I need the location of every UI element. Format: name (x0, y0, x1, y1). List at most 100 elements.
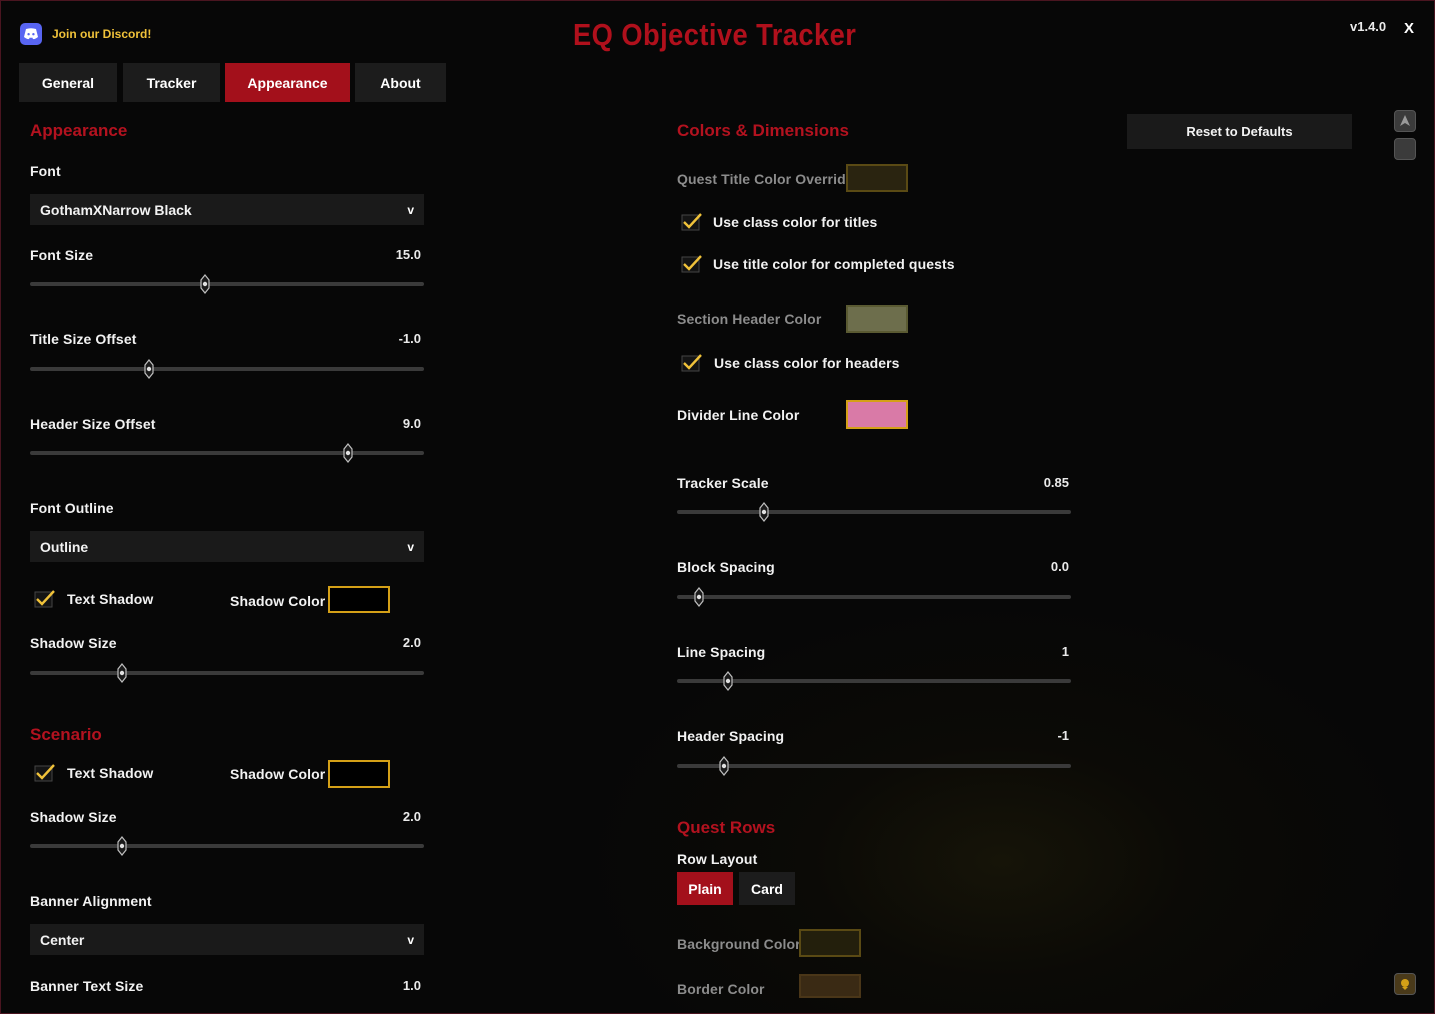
discord-icon (20, 23, 42, 45)
banner-text-size-value: 1.0 (402, 978, 421, 993)
reset-to-defaults-button[interactable]: Reset to Defaults (1127, 114, 1352, 149)
slider-knob-icon[interactable] (342, 443, 354, 463)
slider-knob-icon[interactable] (116, 663, 128, 683)
font-label: Font (30, 163, 61, 179)
scenario-shadow-size-slider[interactable] (30, 836, 424, 856)
shadow-size-slider[interactable] (30, 663, 424, 683)
checkmark-icon (681, 213, 702, 231)
divider-line-color-swatch[interactable] (846, 400, 908, 429)
font-size-value: 15.0 (395, 247, 421, 262)
quest-title-color-swatch[interactable] (846, 164, 908, 192)
title-size-offset-value: -1.0 (398, 331, 421, 346)
tracker-scale-slider[interactable] (677, 502, 1071, 522)
header-size-offset-value: 9.0 (402, 416, 421, 431)
discord-label: Join our Discord! (52, 27, 152, 41)
slider-knob-icon[interactable] (116, 836, 128, 856)
tab-appearance[interactable]: Appearance (225, 63, 350, 102)
slider-track (30, 451, 424, 455)
side-tool-icon[interactable] (1394, 138, 1416, 160)
tracker-settings-window: Join our Discord! EQ Objective Tracker v… (0, 0, 1435, 1014)
checkmark-icon (34, 764, 55, 782)
line-spacing-slider[interactable] (677, 671, 1071, 691)
slider-knob-icon[interactable] (722, 671, 734, 691)
slider-knob-icon[interactable] (143, 359, 155, 379)
scenario-section-header: Scenario (30, 725, 102, 744)
checkmark-icon (681, 354, 702, 372)
quest-title-color-label: Quest Title Color Override (677, 171, 854, 187)
slider-track (677, 510, 1071, 514)
header-size-offset-label: Header Size Offset (30, 416, 156, 432)
border-color-swatch[interactable] (799, 974, 861, 998)
discord-link[interactable]: Join our Discord! (20, 23, 151, 45)
app-title: EQ Objective Tracker (573, 17, 857, 52)
header-spacing-slider[interactable] (677, 756, 1071, 776)
block-spacing-value: 0.0 (1050, 559, 1069, 574)
background-color-swatch[interactable] (799, 929, 861, 957)
shadow-color-label: Shadow Color (230, 593, 326, 609)
font-size-label: Font Size (30, 247, 94, 263)
slider-track (677, 595, 1071, 599)
use-title-color-completed-checkbox[interactable] (681, 254, 703, 274)
tab-about[interactable]: About (355, 63, 446, 102)
block-spacing-slider[interactable] (677, 587, 1071, 607)
side-tool-icon[interactable] (1394, 973, 1416, 995)
use-title-color-completed-label: Use title color for completed quests (713, 256, 955, 272)
header-spacing-value: -1 (1057, 728, 1069, 743)
font-dropdown[interactable]: GothamXNarrow Black v (30, 194, 424, 225)
appearance-section-header: Appearance (30, 121, 128, 140)
scenario-shadow-size-label: Shadow Size (30, 809, 117, 825)
tab-tracker[interactable]: Tracker (123, 63, 220, 102)
slider-track (677, 764, 1071, 768)
slider-knob-icon[interactable] (758, 502, 770, 522)
slider-knob-icon[interactable] (199, 274, 211, 294)
header-spacing-label: Header Spacing (677, 728, 785, 744)
slider-track (677, 679, 1071, 683)
banner-text-size-label: Banner Text Size (30, 978, 144, 994)
slider-knob-icon[interactable] (693, 587, 705, 607)
section-header-color-label: Section Header Color (677, 311, 822, 327)
use-class-color-titles-label: Use class color for titles (713, 214, 878, 230)
chevron-down-icon: v (407, 539, 414, 554)
section-header-color-swatch[interactable] (846, 305, 908, 333)
shadow-size-value: 2.0 (402, 635, 421, 650)
font-size-slider[interactable] (30, 274, 424, 294)
tab-general[interactable]: General (19, 63, 117, 102)
scenario-shadow-color-label: Shadow Color (230, 766, 326, 782)
checkmark-icon (681, 255, 702, 273)
use-class-color-titles-checkbox[interactable] (681, 212, 703, 232)
scenario-shadow-size-value: 2.0 (402, 809, 421, 824)
version-label: v1.4.0 (1350, 19, 1387, 34)
banner-alignment-dropdown-value: Center (40, 931, 85, 948)
shadow-size-label: Shadow Size (30, 635, 117, 651)
scenario-shadow-color-swatch[interactable] (328, 760, 390, 788)
side-tool-icon[interactable] (1394, 110, 1416, 132)
line-spacing-label: Line Spacing (677, 644, 766, 660)
checkmark-icon (34, 590, 55, 608)
text-shadow-checkbox[interactable] (34, 589, 56, 609)
use-class-color-headers-checkbox[interactable] (681, 353, 703, 373)
scenario-text-shadow-checkbox[interactable] (34, 763, 56, 783)
row-layout-plain-button[interactable]: Plain (677, 872, 733, 905)
block-spacing-label: Block Spacing (677, 559, 775, 575)
slider-track (30, 844, 424, 848)
chevron-down-icon: v (407, 202, 414, 217)
font-outline-dropdown[interactable]: Outline v (30, 531, 424, 562)
chevron-down-icon: v (407, 932, 414, 947)
row-layout-card-button[interactable]: Card (739, 872, 795, 905)
use-class-color-headers-label: Use class color for headers (714, 355, 900, 371)
slider-track (30, 671, 424, 675)
line-spacing-value: 1 (1061, 644, 1069, 659)
title-size-offset-slider[interactable] (30, 359, 424, 379)
banner-alignment-dropdown[interactable]: Center v (30, 924, 424, 955)
close-button[interactable]: X (1404, 20, 1414, 37)
shadow-color-swatch[interactable] (328, 586, 390, 613)
tracker-scale-label: Tracker Scale (677, 475, 769, 491)
font-outline-dropdown-value: Outline (40, 538, 89, 555)
banner-alignment-label: Banner Alignment (30, 893, 152, 909)
slider-knob-icon[interactable] (718, 756, 730, 776)
header-size-offset-slider[interactable] (30, 443, 424, 463)
tracker-scale-value: 0.85 (1043, 475, 1069, 490)
quest-rows-section-header: Quest Rows (677, 818, 776, 837)
border-color-label: Border Color (677, 981, 765, 997)
font-outline-label: Font Outline (30, 500, 114, 516)
